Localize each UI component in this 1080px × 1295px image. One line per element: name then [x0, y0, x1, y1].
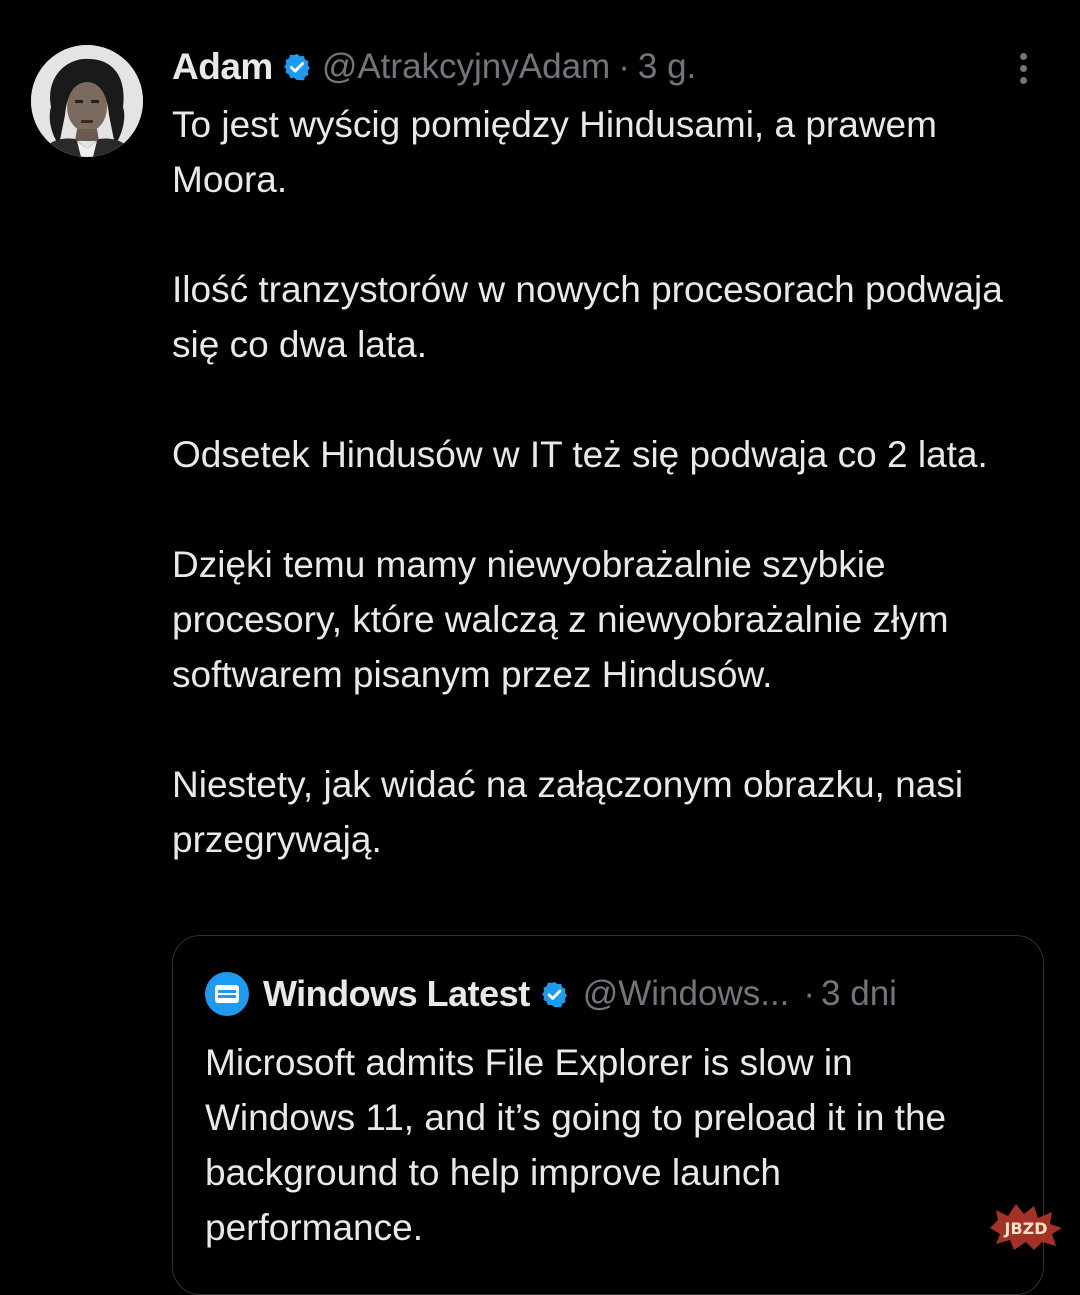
author-handle[interactable]: @AtrakcyjnyAdam [322, 47, 610, 87]
watermark-text: JBZD [1003, 1219, 1047, 1238]
verified-badge-icon [283, 53, 310, 81]
author-name[interactable]: Adam [172, 46, 273, 88]
quoted-tweet[interactable]: Windows Latest @Windows... · 3 dni Micro… [172, 935, 1044, 1295]
tweet-header: Adam @AtrakcyjnyAdam · 3 g. [172, 44, 696, 90]
quoted-header-separator: · [803, 974, 816, 1013]
tweet-paragraph: Ilość tranzystorów w nowych procesorach … [172, 269, 1003, 365]
tweet-paragraph: Niestety, jak widać na załączonym obrazk… [172, 764, 964, 860]
tweet-timestamp[interactable]: 3 g. [638, 47, 696, 87]
tweet-text: To jest wyścig pomiędzy Hindusami, a pra… [172, 97, 1052, 922]
windows-latest-logo-icon [215, 985, 239, 1003]
quoted-author-handle[interactable]: @Windows... [583, 974, 790, 1014]
quoted-author-name[interactable]: Windows Latest [263, 973, 530, 1015]
tweet-paragraph: Odsetek Hindusów w IT też się podwaja co… [172, 434, 988, 475]
more-options-icon[interactable] [1013, 53, 1033, 87]
author-avatar[interactable] [31, 45, 143, 157]
tweet-paragraph: Dzięki temu mamy niewyobrażalnie szybkie… [172, 544, 949, 695]
quoted-tweet-header: Windows Latest @Windows... · 3 dni [205, 970, 897, 1018]
author-avatar-photo [31, 45, 143, 157]
tweet-paragraph: To jest wyścig pomiędzy Hindusami, a pra… [172, 104, 937, 200]
jbzd-watermark-logo: JBZD [990, 1204, 1062, 1250]
quoted-author-avatar[interactable] [205, 972, 249, 1016]
tweet[interactable]: Adam @AtrakcyjnyAdam · 3 g. To jest wyśc… [0, 0, 1080, 1295]
verified-badge-icon [541, 981, 567, 1007]
header-separator: · [618, 47, 630, 86]
quoted-tweet-text: Microsoft admits File Explorer is slow i… [205, 1042, 947, 1248]
quoted-timestamp[interactable]: 3 dni [821, 974, 897, 1014]
